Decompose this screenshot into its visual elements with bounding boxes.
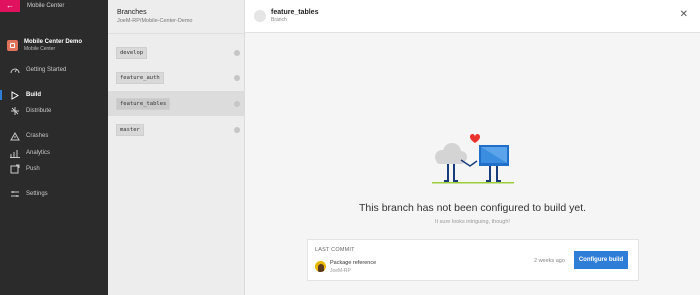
bar-chart-icon <box>9 149 21 158</box>
last-commit-card: LAST COMMIT Package reference JoeM-RP 2 … <box>307 239 639 281</box>
branches-header: Branches JoeM-RP/Mobile-Center-Demo <box>108 0 244 34</box>
speedometer-icon <box>9 66 21 74</box>
branch-item-master[interactable]: master <box>108 117 245 142</box>
branch-name: feature_tables <box>116 97 171 110</box>
branch-item-feature-tables[interactable]: feature_tables <box>108 91 245 116</box>
cloud-computer-illustration <box>432 134 514 184</box>
build-status-dot <box>234 100 240 107</box>
branch-name: feature_auth <box>116 71 164 84</box>
app-selector[interactable]: Mobile Center Demo Mobile Center <box>0 34 108 56</box>
commit-message: Package reference <box>330 260 377 266</box>
app-subtitle: Mobile Center <box>24 45 56 52</box>
nav-getting-started[interactable]: Getting Started <box>0 63 108 77</box>
detail-header: feature_tables Branch ✕ <box>245 0 700 33</box>
sliders-icon <box>9 190 21 199</box>
empty-state-headline: This branch has not been configured to b… <box>358 202 587 214</box>
app-name: Mobile Center Demo <box>24 38 83 45</box>
branch-item-develop[interactable]: develop <box>108 40 245 65</box>
nav-settings[interactable]: Settings <box>0 187 108 201</box>
branch-name: develop <box>116 46 148 59</box>
distribute-icon <box>9 106 21 116</box>
nav-push[interactable]: Push <box>0 162 108 176</box>
warning-icon <box>9 131 21 141</box>
last-commit-label: LAST COMMIT <box>315 247 355 253</box>
branches-panel: Branches JoeM-RP/Mobile-Center-Demo deve… <box>108 0 245 295</box>
nav-build[interactable]: Build <box>0 88 108 102</box>
build-status-dot <box>234 49 240 56</box>
branches-title: Branches <box>117 9 147 16</box>
back-button[interactable]: ← <box>0 0 20 12</box>
branch-item-feature-auth[interactable]: feature_auth <box>108 65 245 90</box>
app-title: Mobile Center <box>27 3 65 9</box>
commit-time: 2 weeks ago <box>534 258 565 264</box>
build-status-dot <box>234 74 240 81</box>
repo-name: JoeM-RP/Mobile-Center-Demo <box>117 18 193 24</box>
page-subtitle: Branch <box>271 17 287 23</box>
app-icon <box>7 39 18 51</box>
branch-name: master <box>116 123 144 136</box>
arrow-left-icon: ← <box>6 1 14 10</box>
avatar <box>315 261 326 272</box>
close-button[interactable]: ✕ <box>680 10 688 20</box>
page-title: feature_tables <box>271 9 319 16</box>
top-bar: ← Mobile Center <box>0 0 108 12</box>
build-status-dot <box>234 126 240 133</box>
push-icon <box>9 164 21 174</box>
commit-author: JoeM-RP <box>330 268 351 274</box>
play-icon <box>9 90 21 100</box>
branch-icon <box>254 10 266 22</box>
nav-crashes[interactable]: Crashes <box>0 129 108 143</box>
configure-build-button[interactable]: Configure build <box>574 251 628 269</box>
nav-analytics[interactable]: Analytics <box>0 146 108 160</box>
close-icon: ✕ <box>679 9 688 20</box>
empty-state-subline: It sure looks intriguing, though! <box>435 219 510 225</box>
sidebar: ← Mobile Center Mobile Center Demo Mobil… <box>0 0 108 295</box>
nav-distribute[interactable]: Distribute <box>0 104 108 118</box>
branch-detail: feature_tables Branch ✕ This branch has … <box>245 0 700 295</box>
